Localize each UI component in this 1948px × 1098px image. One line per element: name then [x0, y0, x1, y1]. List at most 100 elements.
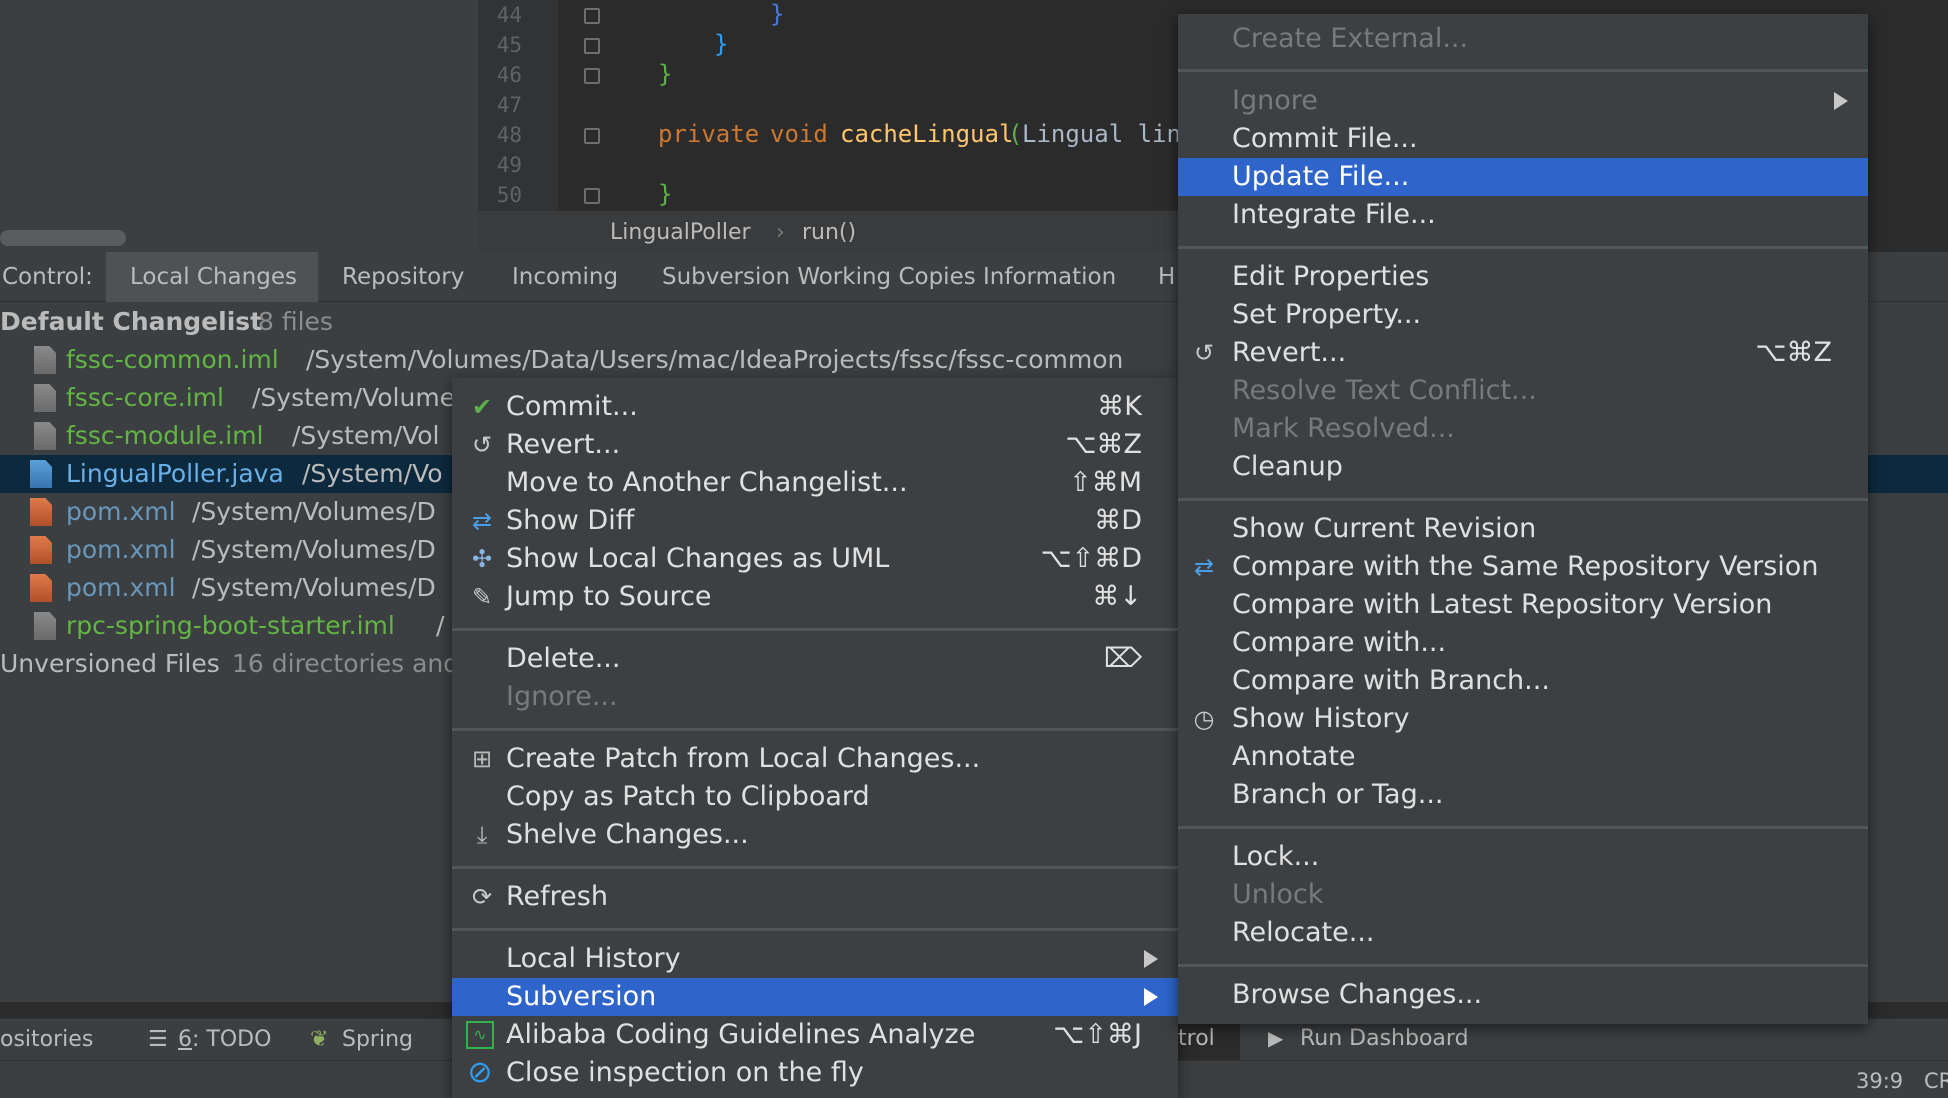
breadcrumb-class[interactable]: LingualPoller: [610, 220, 751, 245]
menu-item-revert[interactable]: ↺ Revert... ⌥⌘Z: [452, 426, 1178, 464]
tool-button-todo[interactable]: : TODO: [192, 1027, 271, 1052]
menu-item-create-patch[interactable]: ⊞ Create Patch from Local Changes...: [452, 740, 1178, 778]
menu-label: Copy as Patch to Clipboard: [506, 781, 870, 812]
svn-item-revert[interactable]: ↺ Revert... ⌥⌘Z: [1178, 334, 1868, 372]
menu-label: Delete...: [506, 643, 621, 674]
project-panel: [0, 0, 478, 252]
menu-item-shelve[interactable]: ⤓ Shelve Changes...: [452, 816, 1178, 854]
menu-item-jump-to-source[interactable]: ✎ Jump to Source ⌘↓: [452, 578, 1178, 616]
tool-button-spring[interactable]: Spring: [342, 1027, 413, 1052]
menu-item-delete[interactable]: Delete... ⌦: [452, 640, 1178, 678]
menu-label: Compare with Latest Repository Version: [1232, 589, 1773, 620]
horizontal-scrollbar[interactable]: [0, 230, 126, 246]
svn-item-annotate[interactable]: Annotate: [1178, 738, 1868, 776]
file-name: fssc-core.iml: [66, 383, 224, 412]
menu-label: Close inspection on the fly: [506, 1057, 864, 1088]
menu-label: Integrate File...: [1232, 199, 1436, 230]
line-number: 48: [496, 123, 522, 147]
shelve-icon: ⤓: [476, 821, 488, 849]
code-keyword: private: [658, 120, 760, 148]
svn-item-relocate[interactable]: Relocate...: [1178, 914, 1868, 952]
svn-item-show-current-revision[interactable]: Show Current Revision: [1178, 510, 1868, 548]
menu-item-subversion[interactable]: Subversion: [452, 978, 1178, 1016]
menu-item-local-history[interactable]: Local History: [452, 940, 1178, 978]
svn-item-show-history[interactable]: ◷ Show History: [1178, 700, 1868, 738]
menu-label: Compare with the Same Repository Version: [1232, 551, 1819, 582]
menu-item-ignore: Ignore...: [452, 678, 1178, 716]
caret-position[interactable]: 39:9: [1856, 1069, 1903, 1093]
fold-marker-icon[interactable]: [584, 8, 600, 24]
tab-local-changes[interactable]: Local Changes: [130, 264, 297, 290]
menu-separator: [1178, 69, 1868, 72]
menu-label: Move to Another Changelist...: [506, 467, 908, 498]
tool-button-run-dashboard[interactable]: Run Dashboard: [1300, 1026, 1469, 1051]
svn-item-cleanup[interactable]: Cleanup: [1178, 448, 1868, 486]
svn-item-compare-with[interactable]: Compare with...: [1178, 624, 1868, 662]
menu-shortcut: ⌥⌘Z: [1065, 429, 1142, 460]
svn-item-compare-branch[interactable]: Compare with Branch...: [1178, 662, 1868, 700]
file-path: /System/Volumes/D: [192, 497, 436, 526]
menu-item-show-uml[interactable]: ✣ Show Local Changes as UML ⌥⇧⌘D: [452, 540, 1178, 578]
menu-shortcut: ⇧⌘M: [1069, 467, 1142, 498]
code-method-name: cacheLingual: [840, 120, 1014, 148]
menu-item-move-changelist[interactable]: Move to Another Changelist... ⇧⌘M: [452, 464, 1178, 502]
changelist-name: Default Changelist: [0, 307, 263, 336]
menu-item-alibaba-analyze[interactable]: ∿ Alibaba Coding Guidelines Analyze ⌥⇧⌘J: [452, 1016, 1178, 1054]
fold-marker-icon[interactable]: [584, 68, 600, 84]
svn-item-update-file[interactable]: Update File...: [1178, 158, 1868, 196]
menu-item-close-inspection[interactable]: ⊘ Close inspection on the fly: [452, 1054, 1178, 1092]
svn-item-integrate-file[interactable]: Integrate File...: [1178, 196, 1868, 234]
menu-label: Update File...: [1232, 161, 1410, 192]
tab-incoming[interactable]: Incoming: [512, 264, 618, 290]
menu-item-commit[interactable]: ✔ Commit... ⌘K: [452, 388, 1178, 426]
tab-repository[interactable]: Repository: [342, 264, 464, 290]
svn-item-unlock: Unlock: [1178, 876, 1868, 914]
svn-item-edit-properties[interactable]: Edit Properties: [1178, 258, 1868, 296]
tab-svn-working-copies[interactable]: Subversion Working Copies Information: [662, 264, 1116, 290]
svn-item-lock[interactable]: Lock...: [1178, 838, 1868, 876]
tool-button-repositories[interactable]: ositories: [0, 1027, 93, 1052]
svn-item-browse-changes[interactable]: Browse Changes...: [1178, 976, 1868, 1014]
todo-number[interactable]: 6: [178, 1027, 192, 1052]
xml-file-icon: [30, 498, 52, 526]
line-separator[interactable]: CR: [1924, 1069, 1948, 1093]
svn-item-ignore: Ignore: [1178, 82, 1868, 120]
line-number: 44: [496, 3, 522, 27]
svn-item-commit-file[interactable]: Commit File...: [1178, 120, 1868, 158]
svn-item-compare-latest[interactable]: Compare with Latest Repository Version: [1178, 586, 1868, 624]
menu-label: Create Patch from Local Changes...: [506, 743, 981, 774]
changelist-count: 8 files: [258, 307, 333, 336]
menu-label: Revert...: [506, 429, 621, 460]
fold-marker-icon[interactable]: [584, 128, 600, 144]
code-editor[interactable]: [478, 0, 1178, 210]
menu-shortcut: ⌘D: [1094, 505, 1142, 536]
svn-item-set-property[interactable]: Set Property...: [1178, 296, 1868, 334]
checkmark-icon: ✔: [471, 393, 493, 421]
menu-shortcut: ⌥⇧⌘D: [1040, 543, 1142, 574]
file-name: fssc-common.iml: [66, 345, 279, 374]
line-number: 45: [496, 33, 522, 57]
fold-marker-icon[interactable]: [584, 188, 600, 204]
fold-marker-icon[interactable]: [584, 38, 600, 54]
file-path: /System/Vol: [292, 421, 440, 450]
menu-item-show-diff[interactable]: ⇄ Show Diff ⌘D: [452, 502, 1178, 540]
menu-item-copy-patch[interactable]: Copy as Patch to Clipboard: [452, 778, 1178, 816]
menu-item-refresh[interactable]: ⟳ Refresh: [452, 878, 1178, 916]
menu-separator: [1178, 826, 1868, 829]
tab-history[interactable]: H: [1158, 264, 1175, 290]
unversioned-desc: 16 directories and: [232, 649, 460, 678]
run-icon: ▶: [1268, 1026, 1284, 1050]
menu-label: Annotate: [1232, 741, 1356, 772]
file-path: /System/Volume: [252, 383, 456, 412]
svn-item-branch-tag[interactable]: Branch or Tag...: [1178, 776, 1868, 814]
menu-shortcut: ⌥⇧⌘J: [1053, 1019, 1142, 1050]
svn-item-compare-same[interactable]: ⇄ Compare with the Same Repository Versi…: [1178, 548, 1868, 586]
diff-icon: ⇄: [471, 507, 493, 535]
tool-button-version-control[interactable]: trol: [1178, 1026, 1215, 1051]
menu-label: Lock...: [1232, 841, 1320, 872]
submenu-arrow-icon: [1144, 950, 1158, 968]
menu-label: Refresh: [506, 881, 608, 912]
alibaba-chart-icon: ∿: [466, 1021, 494, 1049]
breadcrumb-method[interactable]: run(): [802, 220, 856, 245]
line-number: 46: [496, 63, 522, 87]
